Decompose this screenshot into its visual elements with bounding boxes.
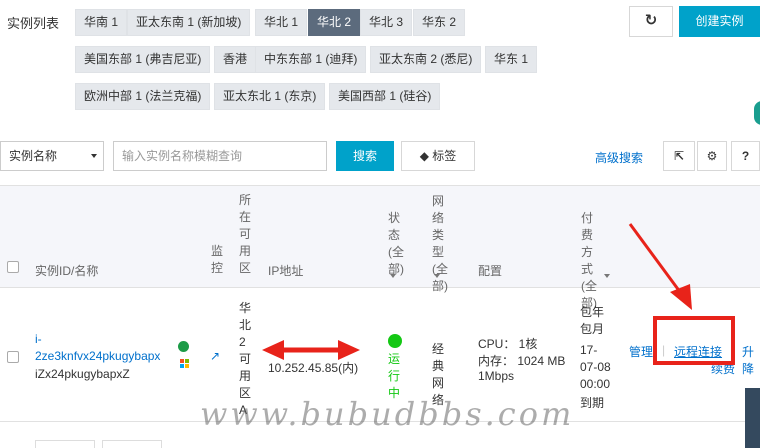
annotation-arrows — [262, 223, 692, 360]
watermark: www.bubudbbs.com — [200, 395, 575, 433]
side-feedback-tab[interactable] — [745, 388, 760, 448]
bottom-button-1[interactable] — [35, 440, 95, 448]
bottom-button-2[interactable] — [102, 440, 162, 448]
